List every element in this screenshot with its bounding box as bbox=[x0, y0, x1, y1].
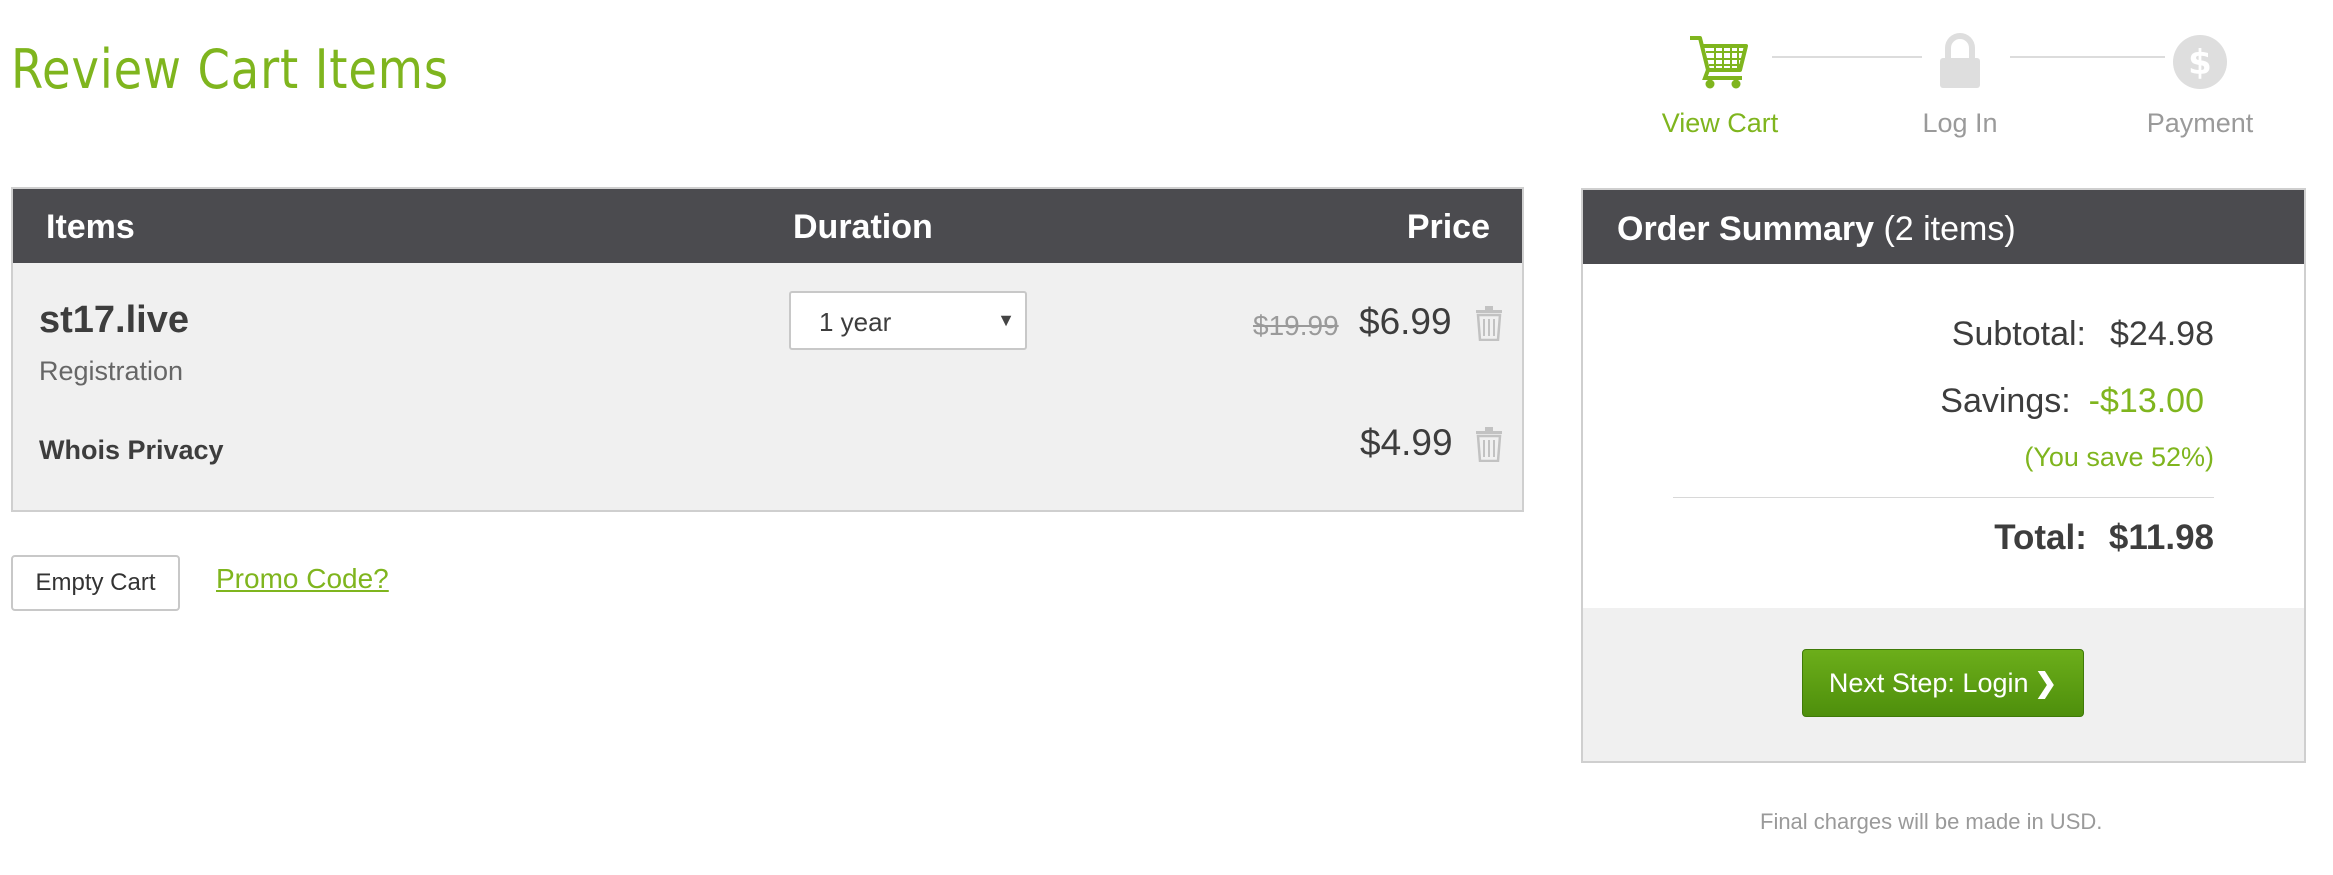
step-label: Log In bbox=[1922, 108, 1998, 138]
column-header-items: Items bbox=[46, 208, 135, 246]
total-label: Total: bbox=[1994, 518, 2087, 557]
step-label: View Cart bbox=[1661, 108, 1779, 138]
column-header-duration: Duration bbox=[793, 208, 933, 246]
page-title: Review Cart Items bbox=[11, 38, 449, 101]
chevron-right-icon: ❯ bbox=[2034, 668, 2058, 698]
svg-text:$: $ bbox=[2188, 43, 2212, 83]
subtotal-value: $24.98 bbox=[2110, 315, 2214, 353]
step-view-cart[interactable]: View Cart bbox=[1630, 30, 1810, 139]
promo-code-link[interactable]: Promo Code? bbox=[216, 563, 389, 595]
divider bbox=[1673, 497, 2214, 498]
item-name: Whois Privacy bbox=[39, 435, 224, 465]
summary-item-count: (2 items) bbox=[1883, 210, 2016, 248]
savings-value: -$13.00 bbox=[2088, 382, 2204, 420]
total-row: Total: $11.98 bbox=[1994, 518, 2214, 558]
item-price: $4.99 bbox=[1360, 422, 1453, 463]
next-step-label: Next Step: Login bbox=[1828, 668, 2029, 698]
step-log-in[interactable]: Log In bbox=[1870, 30, 2050, 139]
order-summary: Order Summary (2 items) Subtotal: $24.98 … bbox=[1581, 188, 2306, 763]
next-step-button[interactable]: Next Step: Login ❯ bbox=[1802, 649, 2084, 717]
duration-value: 1 year bbox=[819, 307, 892, 337]
empty-cart-button[interactable]: Empty Cart bbox=[11, 555, 180, 611]
checkout-steps: View Cart Log In $ Payment bbox=[1630, 30, 2270, 140]
original-price: $19.99 bbox=[1253, 310, 1339, 341]
cart-icon bbox=[1630, 30, 1810, 90]
cart-header: Items Duration Price bbox=[13, 189, 1522, 263]
currency-note: Final charges will be made in USD. bbox=[1760, 809, 2103, 834]
total-value: $11.98 bbox=[2108, 518, 2214, 557]
savings-label: Savings: bbox=[1940, 382, 2071, 420]
subtotal-label: Subtotal: bbox=[1951, 315, 2086, 353]
step-label: Payment bbox=[2146, 108, 2254, 138]
summary-footer: Next Step: Login ❯ bbox=[1583, 608, 2304, 761]
savings-row: Savings: -$13.00 bbox=[1940, 382, 2204, 421]
column-header-price: Price bbox=[1406, 208, 1490, 246]
summary-header: Order Summary (2 items) bbox=[1583, 190, 2304, 264]
item-name: st17.live bbox=[39, 299, 189, 341]
trash-icon[interactable] bbox=[1474, 426, 1504, 463]
subtotal-row: Subtotal: $24.98 bbox=[1952, 315, 2214, 354]
item-type: Registration bbox=[39, 356, 184, 386]
summary-title: Order Summary bbox=[1617, 210, 1874, 248]
caret-down-icon: ▼ bbox=[997, 310, 1015, 330]
savings-percent: (You save 52%) bbox=[2024, 442, 2214, 472]
cart-table: Items Duration Price st17.live Registrat… bbox=[11, 187, 1524, 512]
duration-select[interactable]: 1 year ▼ bbox=[789, 291, 1027, 350]
step-payment[interactable]: $ Payment bbox=[2110, 30, 2290, 139]
trash-icon[interactable] bbox=[1474, 305, 1504, 342]
dollar-icon: $ bbox=[2110, 30, 2290, 90]
lock-icon bbox=[1870, 30, 2050, 90]
item-price: $6.99 bbox=[1359, 301, 1452, 342]
